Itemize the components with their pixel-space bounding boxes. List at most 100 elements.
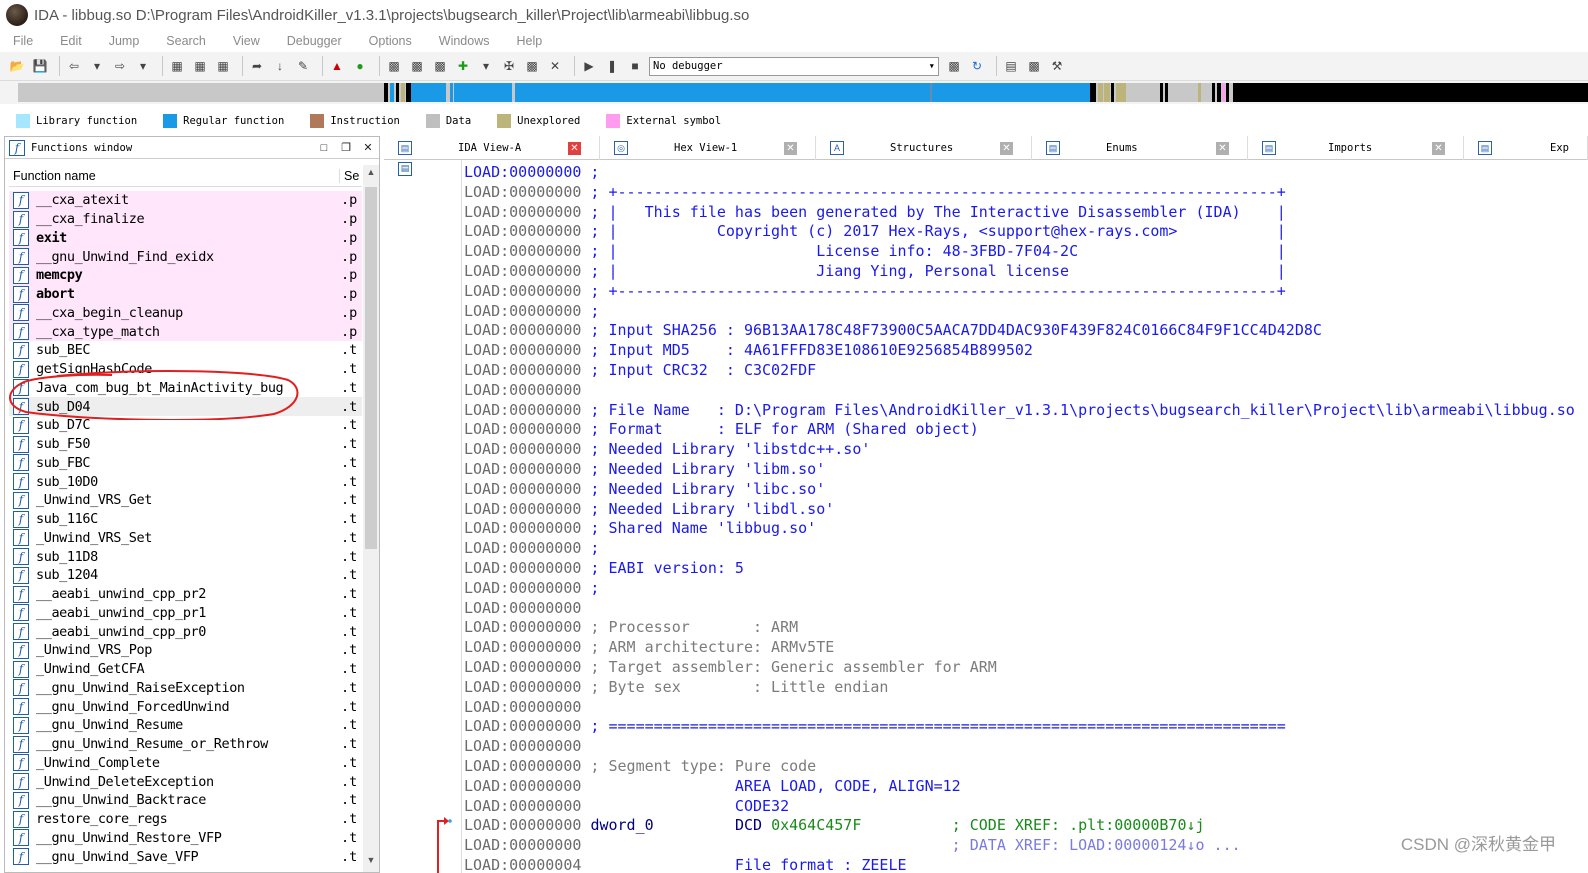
- disassembly-line[interactable]: LOAD:00000000: [464, 381, 581, 401]
- attach-icon[interactable]: ▩: [945, 57, 963, 75]
- tab-exp[interactable]: ▤ Exp: [1464, 136, 1588, 160]
- menu-item-debugger[interactable]: Debugger: [287, 34, 342, 48]
- disassembly-line[interactable]: LOAD:00000000 ; Format : ELF for ARM (Sh…: [464, 420, 979, 440]
- search-binary-icon[interactable]: ▦: [191, 57, 209, 75]
- disassembly-line[interactable]: LOAD:00000000 ; EABI version: 5: [464, 559, 744, 579]
- disassembly-line[interactable]: LOAD:00000000 ; ========================…: [464, 717, 1286, 737]
- stop-icon[interactable]: ■: [626, 57, 644, 75]
- green-circle-icon[interactable]: ●: [351, 57, 369, 75]
- back-arrow-icon[interactable]: ⇦: [65, 57, 83, 75]
- function-row[interactable]: f _Unwind_Complete .t: [9, 754, 362, 773]
- function-row[interactable]: f __gnu_Unwind_Find_exidx .p: [9, 247, 362, 266]
- disassembly-line[interactable]: LOAD:00000000 ; | License info: 48-3FBD-…: [464, 242, 1286, 262]
- disassembly-line[interactable]: LOAD:00000000 ; +-----------------------…: [464, 183, 1286, 203]
- function-row[interactable]: f _Unwind_VRS_Pop .t: [9, 641, 362, 660]
- function-row[interactable]: f getSignHashCode .t: [9, 360, 362, 379]
- function-row[interactable]: f exit .p: [9, 228, 362, 248]
- column-function-name[interactable]: Function name: [9, 169, 339, 183]
- navigation-bar[interactable]: [18, 83, 1588, 102]
- menu-item-help[interactable]: Help: [516, 34, 542, 48]
- menu-item-jump[interactable]: Jump: [109, 34, 140, 48]
- code-icon[interactable]: ▩: [385, 57, 403, 75]
- scroll-up-icon[interactable]: ▲: [363, 167, 379, 183]
- restore-icon[interactable]: □: [313, 142, 335, 154]
- disassembly-line[interactable]: LOAD:00000000 ;: [464, 163, 599, 183]
- disassembly-line[interactable]: LOAD:00000000 ; Needed Library 'libdl.so…: [464, 500, 834, 520]
- pin-icon[interactable]: ✠: [500, 57, 518, 75]
- disassembly-line[interactable]: LOAD:00000000: [464, 737, 581, 757]
- graph-icon[interactable]: ▲: [328, 57, 346, 75]
- tab-enums[interactable]: ▤ Enums ✕: [1032, 136, 1248, 160]
- disassembly-line[interactable]: LOAD:00000000 dword_0 DCD 0x464C457F ; C…: [464, 816, 1205, 836]
- function-row[interactable]: f Java_com_bug_bt_MainActivity_bug .t: [9, 379, 362, 398]
- disassembly-line[interactable]: LOAD:00000000 ; ARM architecture: ARMv5T…: [464, 638, 834, 658]
- disassembly-line[interactable]: LOAD:00000000 ; Processor : ARM: [464, 618, 798, 638]
- save-icon[interactable]: 💾: [31, 57, 49, 75]
- disassembly-line[interactable]: LOAD:00000000 ; | Copyright (c) 2017 Hex…: [464, 222, 1286, 242]
- function-row[interactable]: f sub_D7C .t: [9, 416, 362, 435]
- menu-item-search[interactable]: Search: [166, 34, 206, 48]
- function-row[interactable]: f __gnu_Unwind_RaiseException .t: [9, 679, 362, 698]
- disassembly-line[interactable]: LOAD:00000000 ;: [464, 579, 599, 599]
- function-row[interactable]: f __aeabi_unwind_cpp_pr1 .t: [9, 604, 362, 623]
- disassembly-line[interactable]: LOAD:00000000 ; Segment type: Pure code: [464, 757, 816, 777]
- disassembly-line[interactable]: LOAD:00000000: [464, 698, 581, 718]
- disassembly-line[interactable]: LOAD:00000000 ; Shared Name 'libbug.so': [464, 519, 816, 539]
- chevron-down-icon[interactable]: ▾: [134, 57, 152, 75]
- play-icon[interactable]: ▶: [580, 57, 598, 75]
- function-row[interactable]: f __aeabi_unwind_cpp_pr2 .t: [9, 585, 362, 604]
- function-row[interactable]: f __cxa_atexit .p: [9, 191, 362, 210]
- breakpoint-icon[interactable]: ▩: [1025, 57, 1043, 75]
- search-text-icon[interactable]: ▦: [168, 57, 186, 75]
- tab-close-icon[interactable]: ✕: [1216, 141, 1229, 155]
- function-row[interactable]: f __gnu_Unwind_Resume .t: [9, 716, 362, 735]
- list-icon[interactable]: ▤: [1002, 57, 1020, 75]
- disassembly-line[interactable]: LOAD:00000000 ; DATA XREF: LOAD:00000124…: [464, 836, 1241, 856]
- disassembly-line[interactable]: LOAD:00000000 ; File Name : D:\Program F…: [464, 401, 1575, 421]
- disassembly-line[interactable]: LOAD:00000000 AREA LOAD, CODE, ALIGN=12: [464, 777, 961, 797]
- function-row[interactable]: f sub_F50 .t: [9, 435, 362, 454]
- close-icon[interactable]: ✕: [357, 141, 379, 154]
- pause-icon[interactable]: ❚: [603, 57, 621, 75]
- function-row[interactable]: f __gnu_Unwind_Backtrace .t: [9, 791, 362, 810]
- menu-item-view[interactable]: View: [233, 34, 260, 48]
- disassembly-line[interactable]: LOAD:00000000 ; Needed Library 'libstdc+…: [464, 440, 870, 460]
- refresh-icon[interactable]: ↻: [968, 57, 986, 75]
- menu-item-file[interactable]: File: [13, 34, 33, 48]
- forward-arrow-icon[interactable]: ⇨: [111, 57, 129, 75]
- disassembly-line[interactable]: LOAD:00000000 CODE32: [464, 797, 789, 817]
- jump-icon[interactable]: ➦: [248, 57, 266, 75]
- function-row[interactable]: f restore_core_regs .t: [9, 810, 362, 829]
- disassembly-line[interactable]: LOAD:00000000 ; | This file has been gen…: [464, 203, 1286, 223]
- open-file-icon[interactable]: 📂: [8, 57, 26, 75]
- functions-scrollbar[interactable]: ▲ ▼: [363, 165, 379, 872]
- function-row[interactable]: f sub_10D0 .t: [9, 472, 362, 491]
- tab-close-icon[interactable]: ✕: [568, 141, 581, 155]
- function-row[interactable]: f __cxa_begin_cleanup .p: [9, 303, 362, 323]
- disassembly-line[interactable]: LOAD:00000000 ;: [464, 539, 599, 559]
- float-icon[interactable]: ❐: [335, 141, 357, 154]
- add-icon[interactable]: ✚: [454, 57, 472, 75]
- function-row[interactable]: f __aeabi_unwind_cpp_pr0 .t: [9, 622, 362, 641]
- menu-item-options[interactable]: Options: [369, 34, 412, 48]
- function-row[interactable]: f memcpy .p: [9, 266, 362, 285]
- chevron-down-icon[interactable]: ▾: [477, 57, 495, 75]
- tab-structures[interactable]: A Structures ✕: [816, 136, 1032, 160]
- scrollbar-thumb[interactable]: [365, 187, 377, 549]
- disassembly-line[interactable]: LOAD:00000004 File format : ZEELE: [464, 856, 907, 873]
- function-icon[interactable]: ▩: [431, 57, 449, 75]
- undefine-icon[interactable]: ✕: [546, 57, 564, 75]
- function-row[interactable]: f sub_FBC .t: [9, 454, 362, 473]
- tab-hex-view-1[interactable]: ◎ Hex View-1 ✕: [600, 136, 816, 160]
- disassembly-view[interactable]: LOAD:00000000 ; LOAD:00000000 ; +--------…: [463, 160, 1588, 873]
- function-row[interactable]: f sub_D04 .t: [9, 397, 362, 416]
- tab-ida-view-a[interactable]: ▤ IDA View-A ✕: [384, 136, 600, 160]
- function-row[interactable]: f sub_BEC .t: [9, 341, 362, 360]
- down-arrow-icon[interactable]: ↓: [271, 57, 289, 75]
- function-row[interactable]: f _Unwind_DeleteException .t: [9, 772, 362, 791]
- menu-item-edit[interactable]: Edit: [60, 34, 82, 48]
- function-row[interactable]: f __cxa_type_match .p: [9, 322, 362, 341]
- disassembly-line[interactable]: LOAD:00000000 ; | Jiang Ying, Personal l…: [464, 262, 1286, 282]
- function-row[interactable]: f __gnu_Unwind_Restore_VFP .t: [9, 829, 362, 848]
- tab-close-icon[interactable]: ✕: [784, 141, 797, 155]
